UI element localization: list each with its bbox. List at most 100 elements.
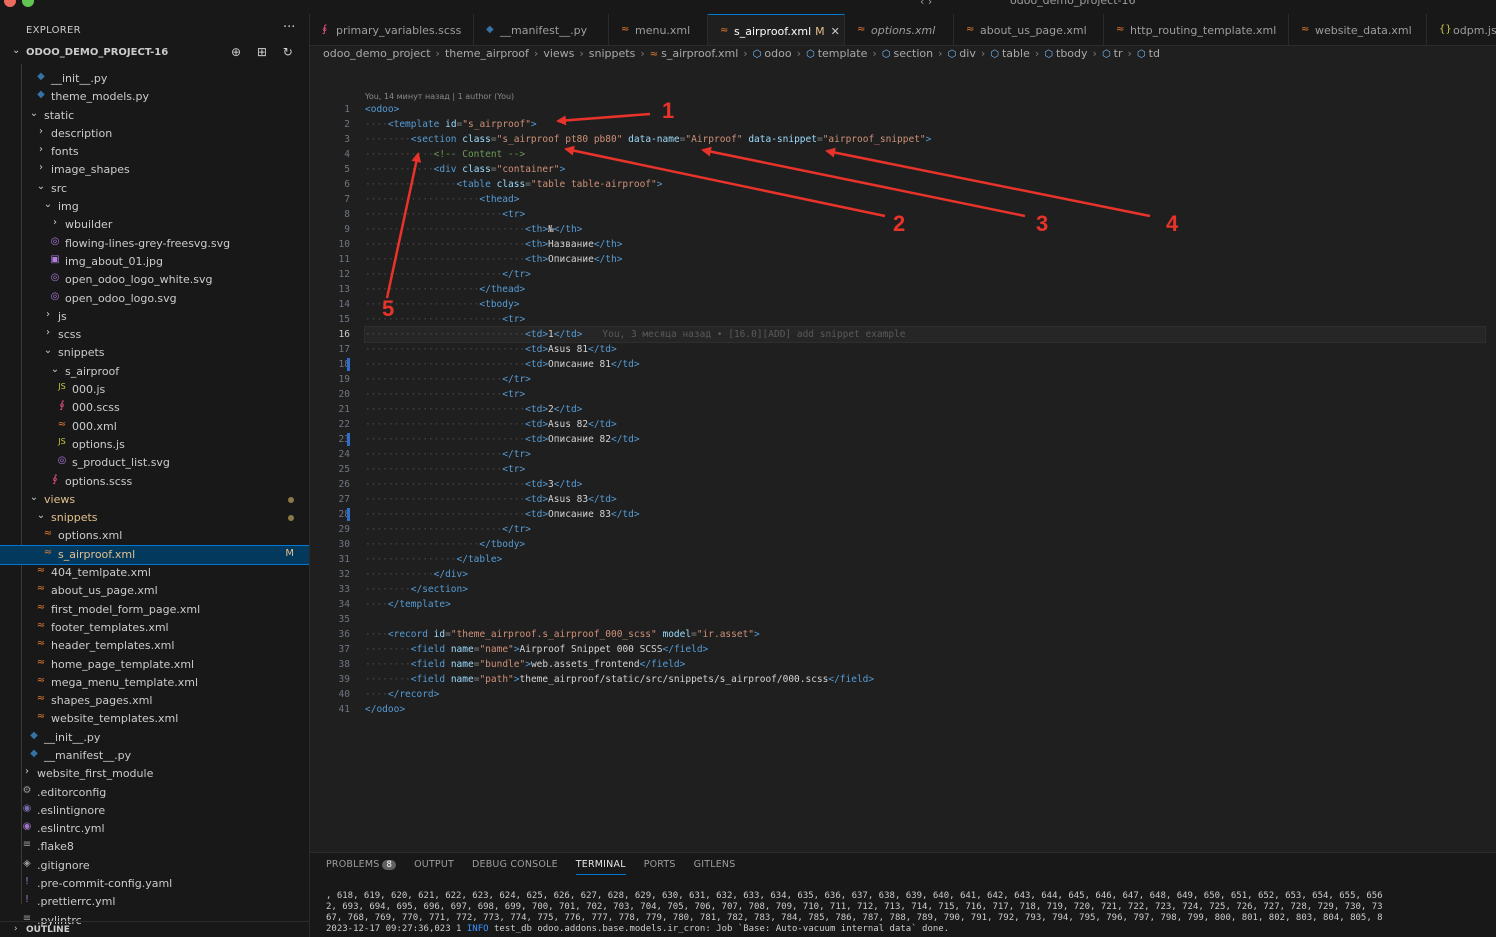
code-line[interactable]: ············<div class="container">	[365, 162, 1485, 177]
editor-tab[interactable]: ≈ website_data.xml	[1289, 14, 1427, 45]
code-line[interactable]: ················</table>	[365, 552, 1485, 567]
code-line[interactable]: ····························<td>Описание…	[365, 432, 1485, 447]
breadcrumb-item[interactable]: ⬡ table	[990, 47, 1030, 60]
code-line[interactable]: ····························<td>3</td>	[365, 477, 1485, 492]
file-tree-item[interactable]: › image_shapes	[0, 161, 309, 179]
file-tree-item[interactable]: ≈404_temlpate.xml	[0, 564, 309, 582]
terminal-output[interactable]: , 618, 619, 620, 621, 622, 623, 624, 625…	[326, 891, 1496, 935]
file-tree-item[interactable]: › wbuilder	[0, 216, 309, 234]
file-tree-item[interactable]: ◎ flowing-lines-grey-freesvg.svg	[0, 235, 309, 253]
file-tree-item[interactable]: ∮ 000.scss	[0, 399, 309, 417]
file-tree-item[interactable]: JS 000.js	[0, 381, 309, 399]
code-editor[interactable]: You, 14 минут назад | 1 author (You) 123…	[310, 62, 1496, 852]
code-line[interactable]: ····························<td>Asus 81<…	[365, 342, 1485, 357]
code-line[interactable]: ························</tr>	[365, 522, 1485, 537]
explorer-actions-icon[interactable]: ⊕ ⊞ ↻ ⊟	[231, 45, 309, 59]
editor-tab[interactable]: ≈ http_routing_template.xml	[1104, 14, 1289, 45]
close-tab-icon[interactable]: ✕	[831, 25, 840, 38]
breadcrumb-item[interactable]: ⬡ template	[806, 47, 867, 60]
file-tree-item[interactable]: ≈ options.xml	[0, 527, 309, 545]
code-line[interactable]: ····<record id="theme_airproof.s_airproo…	[365, 627, 1485, 642]
file-tree-item[interactable]: ⌄ views	[0, 491, 309, 509]
file-tree-item[interactable]: ⌄ snippets	[0, 509, 309, 527]
file-tree-item[interactable]: ≡ .flake8	[0, 838, 309, 856]
code-line[interactable]: </odoo>	[365, 702, 1485, 717]
file-tree-item[interactable]: ⌄ s_airproof	[0, 363, 309, 381]
file-tree-item[interactable]: JS options.js	[0, 436, 309, 454]
file-tree-item[interactable]: › fonts	[0, 143, 309, 161]
editor-tab[interactable]: ≈ about_us_page.xml	[954, 14, 1104, 45]
file-tree-item[interactable]: ◈ .gitignore	[0, 857, 309, 875]
code-line[interactable]: ····························<th>Описание…	[365, 252, 1485, 267]
code-line[interactable]: ····························<td>1</td> Yo…	[364, 326, 1486, 343]
file-tree-item[interactable]: ◆ theme_models.py	[0, 88, 309, 106]
panel-tab[interactable]: GITLENS	[694, 859, 736, 874]
git-change-marker[interactable]	[347, 508, 350, 521]
file-tree-item[interactable]: ◎ open_odoo_logo.svg	[0, 290, 309, 308]
file-tree-item[interactable]: ∮ options.scss	[0, 473, 309, 491]
code-line[interactable]: ························<tr>	[365, 462, 1485, 477]
code-line[interactable]: ········</section>	[365, 582, 1485, 597]
code-line[interactable]: ························<tr>	[365, 207, 1485, 222]
git-change-marker[interactable]	[347, 433, 350, 446]
code-line[interactable]: ················<table class="table tabl…	[365, 177, 1485, 192]
editor-tab[interactable]: ≈ menu.xml	[609, 14, 708, 45]
editor-tab[interactable]: ∮ primary_variables.scss	[310, 14, 474, 45]
code-line[interactable]: ····················</thead>	[365, 282, 1485, 297]
file-tree-item[interactable]: › description	[0, 125, 309, 143]
file-tree-item[interactable]: ! .pre-commit-config.yaml	[0, 875, 309, 893]
editor-tab[interactable]: ≈ options.xml	[845, 14, 954, 45]
file-tree-item[interactable]: ≈ about_us_page.xml	[0, 582, 309, 600]
file-tree-item[interactable]: ⌄ src	[0, 180, 309, 198]
file-tree-item[interactable]: ◉ .eslintrc.yml	[0, 820, 309, 838]
breadcrumb-item[interactable]: snippets	[589, 47, 636, 60]
code-line[interactable]: ····</template>	[365, 597, 1485, 612]
file-tree-item[interactable]: ≈ website_templates.xml	[0, 710, 309, 728]
close-window-dot[interactable]	[4, 0, 16, 7]
code-line[interactable]: ········<field name="name">Airproof Snip…	[365, 642, 1485, 657]
file-tree-item[interactable]: ≈ shapes_pages.xml	[0, 692, 309, 710]
code-line[interactable]: ····························<th>Название…	[365, 237, 1485, 252]
code-line[interactable]: ························</tr>	[365, 267, 1485, 282]
code-line[interactable]: ····················<thead>	[365, 192, 1485, 207]
code-line[interactable]: ····<template id="s_airproof">	[365, 117, 1485, 132]
code-line[interactable]: ········<field name="path">theme_airproo…	[365, 672, 1485, 687]
code-line[interactable]: ····························<td>Asus 82<…	[365, 417, 1485, 432]
breadcrumb-item[interactable]: views	[543, 47, 574, 60]
panel-tab[interactable]: PORTS	[644, 859, 676, 874]
code-line[interactable]: ············<!-- Content -->	[365, 147, 1485, 162]
code-line[interactable]: ························</tr>	[365, 372, 1485, 387]
breadcrumb-item[interactable]: ⬡ section	[882, 47, 933, 60]
code-line[interactable]: ····················</tbody>	[365, 537, 1485, 552]
breadcrumb-item[interactable]: odoo_demo_project	[323, 47, 431, 60]
file-tree-item[interactable]: ≈ mega_menu_template.xml	[0, 674, 309, 692]
code-line[interactable]: ····························<td>Описание…	[365, 357, 1485, 372]
editor-tab[interactable]: {} odpm.js	[1427, 14, 1496, 45]
panel-tab[interactable]: OUTPUT	[414, 859, 454, 874]
code-line[interactable]: ····························<td>Asus 83<…	[365, 492, 1485, 507]
file-tree-item[interactable]: ◉ .eslintignore	[0, 802, 309, 820]
file-tree-item[interactable]: ⌄ img	[0, 198, 309, 216]
more-actions-icon[interactable]: ···	[283, 20, 295, 35]
code-line[interactable]: <odoo>	[365, 102, 1485, 117]
breadcrumb-item[interactable]: ⬡ div	[948, 47, 976, 60]
editor-tab[interactable]: ◆ __manifest__.py	[474, 14, 609, 45]
git-change-marker[interactable]	[347, 358, 350, 371]
file-tree-item[interactable]: ≈ footer_templates.xml	[0, 619, 309, 637]
code-line[interactable]	[365, 612, 1485, 627]
breadcrumb-item[interactable]: ⬡ odoo	[753, 47, 792, 60]
file-tree-item[interactable]: › website_first_module	[0, 765, 309, 783]
file-tree-item[interactable]: ≈ header_templates.xml	[0, 637, 309, 655]
code-line[interactable]: ····················<tbody>	[365, 297, 1485, 312]
editor-tab[interactable]: ≈ s_airproof.xml M ✕	[708, 14, 845, 45]
code-lines[interactable]: <odoo> ····<template id="s_airproof"> ····…	[364, 102, 1486, 717]
file-tree-item[interactable]: ⌄ snippets	[0, 344, 309, 362]
breadcrumb-item[interactable]: ⬡ tr	[1102, 47, 1123, 60]
file-tree-item[interactable]: › scss	[0, 326, 309, 344]
nav-arrows[interactable]: ‹ ›	[920, 0, 932, 8]
panel-tab[interactable]: PROBLEMS 8	[326, 859, 397, 874]
code-line[interactable]: ························<tr>	[365, 312, 1485, 327]
breadcrumb-item[interactable]: ⬡ tbody	[1044, 47, 1087, 60]
code-line[interactable]: ····························<td>Описание…	[365, 507, 1485, 522]
file-tree-item[interactable]: ! .prettierrc.yml	[0, 893, 309, 911]
